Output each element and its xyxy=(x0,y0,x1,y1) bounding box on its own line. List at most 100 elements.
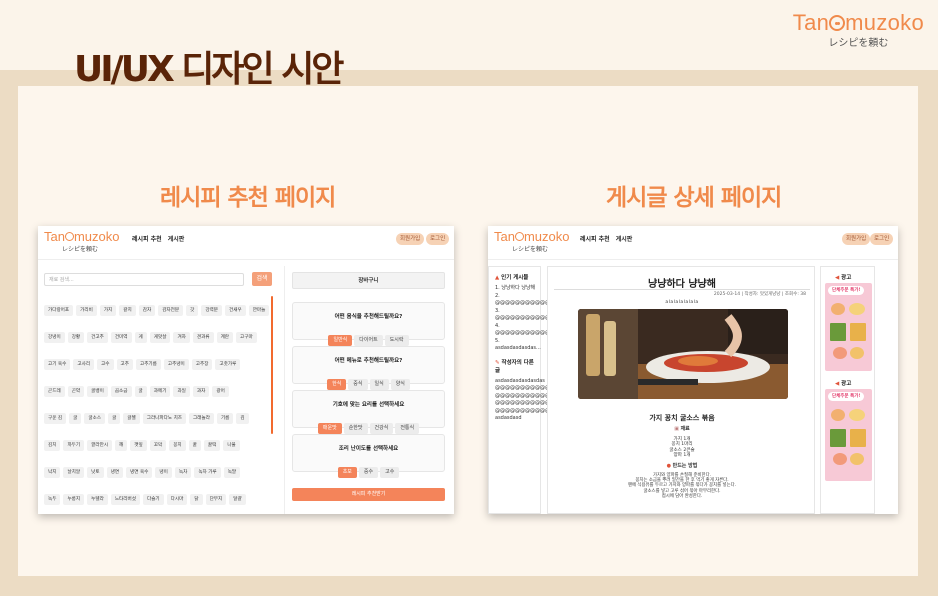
ingredient-tag[interactable]: 겨자 xyxy=(173,332,190,343)
ingredient-tag[interactable]: 녹차 가루 xyxy=(194,467,221,478)
ingredient-tag[interactable]: 감자전분 xyxy=(158,305,184,316)
ingredient-tag[interactable]: 꽁치 xyxy=(169,440,186,451)
ingredient-tag[interactable]: 강냉이 xyxy=(44,332,65,343)
author-post-item[interactable]: @@@@@@@@@@@ xyxy=(495,408,550,416)
ingredient-tag[interactable]: 깔라만시 xyxy=(87,440,113,451)
option-button[interactable]: 중식 xyxy=(348,379,368,390)
author-post-item[interactable]: asdasdasd xyxy=(495,415,540,423)
ingredient-tag[interactable]: 가다랑어포 xyxy=(44,305,74,316)
option-button[interactable]: 도시락 xyxy=(384,335,409,346)
ingredient-tag[interactable]: 게맛살 xyxy=(149,332,171,343)
ingredient-tag[interactable]: 굴 xyxy=(69,413,82,424)
ingredient-tag[interactable]: 고수 xyxy=(97,359,114,370)
ingredient-tag[interactable]: 꼬막 xyxy=(149,440,167,451)
option-button[interactable]: 건강식 xyxy=(369,423,394,434)
ingredient-tag[interactable]: 달걀 xyxy=(229,494,246,505)
ingredient-tag[interactable]: 고추장 xyxy=(191,359,213,370)
ingredient-tag[interactable]: 고추냉이 xyxy=(163,359,189,370)
ingredient-tag[interactable]: 그라나파다노 치즈 xyxy=(142,413,187,424)
popular-item[interactable]: 3. @@@@@@@@@@@ xyxy=(495,308,550,323)
ingredient-tag[interactable]: 그래놀라 xyxy=(189,413,214,424)
ingredient-tag[interactable]: 곰소금 xyxy=(110,386,132,397)
ingredient-tag[interactable]: 낙지 xyxy=(44,467,61,478)
ingredient-tag[interactable]: 다슬기 xyxy=(142,494,164,505)
ingredient-tag[interactable]: 고구마 xyxy=(236,332,257,343)
option-button[interactable]: 초보 xyxy=(337,467,357,478)
login-button[interactable]: 로그인 xyxy=(870,233,894,245)
ingredient-tag[interactable]: 과메기 xyxy=(149,386,171,397)
option-button[interactable]: 고수 xyxy=(380,467,400,478)
ingredient-tag[interactable]: 가리비 xyxy=(76,305,97,316)
ingredient-tag[interactable]: 굴소스 xyxy=(84,413,106,424)
ingredient-tag[interactable]: 건미역 xyxy=(110,332,132,343)
ingredient-tag[interactable]: 강력분 xyxy=(201,305,223,316)
nav-recipe[interactable]: 레시피 추천 xyxy=(132,236,162,243)
nav-board[interactable]: 게시판 xyxy=(168,236,185,243)
ingredient-tag[interactable]: 느타리버섯 xyxy=(110,494,140,505)
ingredient-tag[interactable]: 곤드레 xyxy=(44,386,65,397)
ingredient-tag[interactable]: 김 xyxy=(236,413,249,424)
mini-logo[interactable]: Tan muzoko レシピを頼む xyxy=(44,229,120,253)
ingredient-tag[interactable]: 계란 xyxy=(216,332,234,343)
ingredient-tag[interactable]: 냉이 xyxy=(155,467,172,478)
ingredient-tag[interactable]: 누텔라 xyxy=(87,494,108,505)
ingredient-tag[interactable]: 기름 xyxy=(216,413,234,424)
ingredient-tag[interactable]: 녹말 xyxy=(223,467,241,478)
option-button[interactable]: 한식 xyxy=(327,379,347,390)
mini-logo[interactable]: Tan muzoko レシピを頼む xyxy=(494,229,570,253)
ingredient-tag[interactable]: 날치알 xyxy=(63,467,85,478)
ingredient-tag[interactable]: 꿀 xyxy=(188,440,201,451)
ingredient-tag[interactable]: 고추기름 xyxy=(135,359,161,370)
ingredient-tag[interactable]: 견과류 xyxy=(192,332,214,343)
option-button[interactable]: 순한맛 xyxy=(343,423,368,434)
ingredient-tag[interactable]: 까두기 xyxy=(63,440,85,451)
ingredient-tag[interactable]: 게 xyxy=(134,332,147,343)
ingredient-tag[interactable]: 갈치 xyxy=(119,305,136,316)
signup-button[interactable]: 회원가입 xyxy=(396,233,425,245)
search-button[interactable]: 검색 xyxy=(252,272,272,286)
ingredient-tag[interactable]: 과자 xyxy=(192,386,210,397)
popular-item[interactable]: 4. @@@@@@@@@@@ xyxy=(495,323,550,338)
nav-recipe[interactable]: 레시피 추천 xyxy=(580,236,610,243)
option-button[interactable]: 중수 xyxy=(358,467,379,478)
ingredient-tag[interactable]: 나물 xyxy=(223,440,240,451)
search-input[interactable]: 재료 검색... xyxy=(44,273,244,286)
popular-item[interactable]: 5. asdasdasdasdas... xyxy=(495,338,541,353)
ingredient-tag[interactable]: 냉면 xyxy=(106,467,124,478)
ad-banner-1[interactable]: 단체주문 특가! xyxy=(825,283,872,371)
author-post-item[interactable]: @@@@@@@@@@@ xyxy=(495,385,550,393)
author-post-item[interactable]: @@@@@@@@@@@ xyxy=(495,393,550,401)
ingredient-tag[interactable]: 가지 xyxy=(99,305,117,316)
author-post-item[interactable]: asdasdasdasdasdas xyxy=(495,378,545,386)
ingredient-tag[interactable]: 강황 xyxy=(67,332,85,343)
ingredient-tag[interactable]: 깐마늘 xyxy=(248,305,270,316)
ingredient-tag[interactable]: 귤 xyxy=(108,413,121,424)
login-button[interactable]: 로그인 xyxy=(426,233,450,245)
ingredient-tag[interactable]: 고사리 xyxy=(73,359,95,370)
option-button[interactable]: 일반식 xyxy=(328,335,353,346)
ingredient-tag[interactable]: 냉면 육수 xyxy=(126,467,153,478)
ingredient-tag[interactable]: 낫토 xyxy=(87,467,104,478)
ingredient-tag[interactable]: 녹차 xyxy=(174,467,192,478)
nav-board[interactable]: 게시판 xyxy=(616,236,633,243)
ingredient-tag[interactable]: 곤약 xyxy=(67,386,85,397)
ingredient-tag[interactable]: 다시마 xyxy=(166,494,188,505)
ingredient-tag[interactable]: 꿀떡 xyxy=(203,440,221,451)
ingredient-tag[interactable]: 건새우 xyxy=(225,305,246,316)
author-post-item[interactable]: @@@@@@@@@@@ xyxy=(495,400,550,408)
ingredient-tag[interactable]: 고기 육수 xyxy=(44,359,71,370)
ingredient-tag[interactable]: 골뱅이 xyxy=(87,386,108,397)
option-button[interactable]: 일식 xyxy=(369,379,389,390)
ingredient-tag[interactable]: 고춧가루 xyxy=(215,359,241,370)
ad-banner-2[interactable]: 단체주문 특가! xyxy=(825,389,872,481)
ingredient-tag[interactable]: 닭 xyxy=(190,494,203,505)
tag-scrollbar[interactable] xyxy=(271,296,273,434)
ingredient-tag[interactable]: 녹두 xyxy=(44,494,61,505)
ingredient-tag[interactable]: 단무지 xyxy=(205,494,227,505)
ingredient-tag[interactable]: 건고추 xyxy=(87,332,108,343)
popular-item[interactable]: 1. 냥냥하다 냥냥해 xyxy=(495,285,540,293)
popular-item[interactable]: 2. @@@@@@@@@@@ xyxy=(495,293,550,308)
option-button[interactable]: 전통식 xyxy=(395,423,420,434)
ingredient-tag[interactable]: 김치 xyxy=(44,440,61,451)
ingredient-tag[interactable]: 감자 xyxy=(138,305,156,316)
